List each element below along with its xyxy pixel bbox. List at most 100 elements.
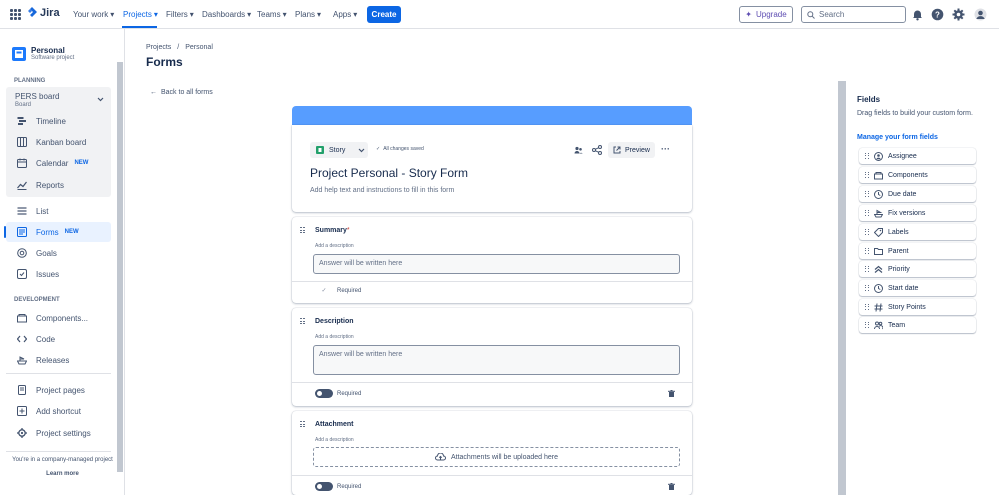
sidebar-item-project-settings[interactable]: Project settings (6, 423, 111, 443)
search-input[interactable]: Search (801, 6, 906, 23)
nav-filters[interactable]: Filters ▾ (166, 10, 194, 19)
sidebar-item-components[interactable]: Components... (6, 308, 111, 328)
share-icon[interactable] (592, 145, 602, 155)
svg-text:?: ? (935, 10, 940, 19)
drag-handle-icon[interactable] (300, 421, 305, 428)
nav-dashboards[interactable]: Dashboards ▾ (202, 10, 251, 19)
description-answer-input[interactable]: Answer will be written here (313, 345, 680, 375)
sidebar-item-calendar[interactable]: Calendar NEW (6, 153, 111, 173)
upgrade-button[interactable]: ✦ Upgrade (739, 6, 793, 23)
field-chip-labels[interactable]: Labels (859, 224, 976, 240)
field-chip-due-date[interactable]: Due date (859, 186, 976, 202)
summary-answer-input[interactable]: Answer will be written here (313, 254, 680, 274)
share-people-icon[interactable] (574, 146, 583, 154)
field-title-summary[interactable]: Summary* (315, 227, 350, 234)
page-title: Forms (146, 55, 183, 69)
field-description[interactable]: Add a description (315, 437, 354, 443)
ship-icon (874, 209, 883, 217)
chevron-down-icon: ▾ (153, 10, 158, 19)
list-icon (17, 207, 27, 215)
sidebar-item-issues[interactable]: Issues (6, 264, 111, 284)
clock-icon (874, 189, 883, 199)
field-chip-parent[interactable]: Parent (859, 243, 976, 259)
trash-icon[interactable] (668, 390, 675, 397)
field-title-description[interactable]: Description (315, 318, 354, 325)
drag-handle-icon[interactable] (300, 318, 305, 325)
hash-icon (874, 302, 883, 312)
avatar[interactable] (974, 8, 987, 21)
sidebar-item-code[interactable]: Code (6, 329, 111, 349)
nav-apps[interactable]: Apps ▾ (333, 10, 357, 19)
sidebar-scrollbar[interactable] (117, 62, 123, 472)
issue-type-select[interactable]: Story (310, 142, 368, 158)
components-icon (17, 314, 27, 323)
required-row: ✓ Required (315, 287, 361, 295)
nav-plans[interactable]: Plans ▾ (295, 10, 321, 19)
sidebar-item-kanban-board[interactable]: Kanban board (6, 132, 111, 152)
field-title-attachment[interactable]: Attachment (315, 421, 354, 428)
sidebar-item-label: Goals (36, 248, 57, 258)
field-chip-priority[interactable]: Priority (859, 261, 976, 277)
nav-teams[interactable]: Teams ▾ (257, 10, 287, 19)
trash-icon[interactable] (668, 483, 675, 490)
sidebar-item-timeline[interactable]: Timeline (6, 111, 111, 131)
check-icon: ✓ (376, 146, 381, 152)
jira-logo-text: Jira (40, 7, 60, 19)
required-toggle[interactable] (315, 389, 333, 398)
help-icon[interactable]: ? (931, 8, 944, 21)
attachment-dropzone[interactable]: Attachments will be uploaded here (313, 447, 680, 467)
back-to-forms-link[interactable]: ← Back to all forms (150, 89, 213, 96)
sidebar-item-reports[interactable]: Reports (6, 175, 111, 195)
project-avatar-icon (12, 47, 26, 61)
cloud-upload-icon (435, 453, 446, 461)
field-chip-fix-versions[interactable]: Fix versions (859, 205, 976, 221)
sidebar-item-project-pages[interactable]: Project pages (6, 380, 111, 400)
sidebar-item-label: Calendar (36, 158, 69, 168)
board-selector[interactable]: PERS board (15, 92, 59, 101)
settings-gear-icon[interactable] (952, 8, 965, 21)
breadcrumb-projects[interactable]: Projects (146, 44, 171, 51)
jira-logo[interactable]: Jira (27, 7, 60, 19)
field-description[interactable]: Add a description (315, 243, 354, 249)
manage-form-fields-link[interactable]: Manage your form fields (857, 134, 938, 141)
field-chip-story-points[interactable]: Story Points (859, 299, 976, 315)
more-actions-icon[interactable]: ··· (661, 144, 670, 154)
nav-projects[interactable]: Projects ▾ (123, 10, 158, 19)
sidebar-item-goals[interactable]: Goals (6, 243, 111, 263)
notifications-icon[interactable] (911, 8, 924, 21)
nav-your-work[interactable]: Your work ▾ (73, 10, 114, 19)
sidebar-item-forms[interactable]: Forms NEW (6, 222, 111, 242)
board-subtitle: Board (15, 102, 32, 108)
drag-handle-icon[interactable] (300, 227, 305, 234)
form-title[interactable]: Project Personal - Story Form (310, 166, 468, 180)
field-chip-components[interactable]: Components (859, 167, 976, 183)
field-chip-team[interactable]: Team (859, 317, 976, 333)
form-help-text[interactable]: Add help text and instructions to fill i… (310, 187, 454, 194)
sidebar-item-releases[interactable]: Releases (6, 350, 111, 370)
breadcrumb-personal[interactable]: Personal (185, 44, 213, 51)
chevron-down-icon[interactable] (97, 97, 104, 102)
code-icon (17, 335, 27, 343)
project-name[interactable]: Personal (31, 46, 65, 55)
learn-more-link[interactable]: Learn more (0, 471, 125, 477)
preview-button[interactable]: Preview (608, 142, 655, 158)
card-divider (292, 382, 692, 383)
card-divider (292, 475, 692, 476)
field-chip-assignee[interactable]: Assignee (859, 148, 976, 164)
required-toggle[interactable] (315, 482, 333, 491)
chevron-down-icon: ▾ (317, 10, 322, 19)
fields-panel-scrollbar[interactable] (838, 81, 846, 495)
sidebar-item-label: Components... (36, 313, 89, 323)
field-description[interactable]: Add a description (315, 334, 354, 340)
required-label: Required (337, 390, 362, 397)
field-chip-start-date[interactable]: Start date (859, 280, 976, 296)
app-switcher-icon[interactable] (10, 9, 21, 20)
sidebar-item-label: Reports (36, 180, 65, 190)
development-section-label: DEVELOPMENT (14, 297, 60, 303)
sidebar-item-list[interactable]: List (6, 201, 111, 221)
sidebar-item-add-shortcut[interactable]: Add shortcut (6, 401, 111, 421)
sidebar-item-label: Add shortcut (36, 406, 81, 416)
drag-handle-icon (865, 153, 869, 159)
new-badge: NEW (64, 229, 79, 235)
create-button[interactable]: Create (367, 6, 401, 23)
